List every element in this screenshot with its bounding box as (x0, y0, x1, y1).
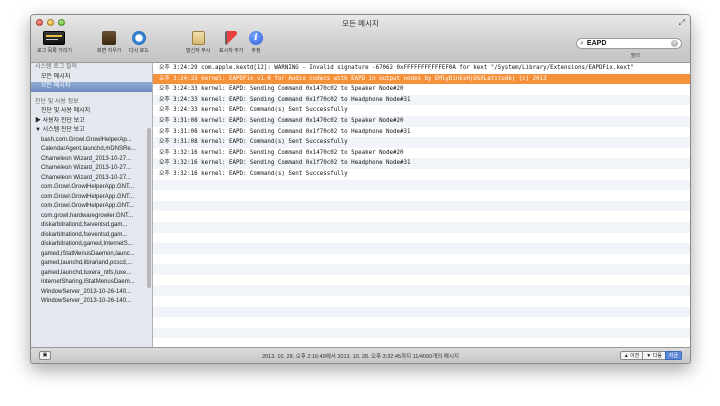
empty-log-row (153, 317, 690, 328)
console-window: 모든 메시지 ⤢ 로그 목록 가리기 화면 지우기 다시 로드 발신자 무시 표… (30, 14, 691, 364)
status-text: 2013. 10. 28. 오후 2:16:49에서 2013. 10. 28.… (262, 354, 459, 360)
empty-log-row (153, 200, 690, 212)
sidebar-item[interactable]: com.Growl.GrowlHelperApp.GNT... (31, 202, 152, 212)
empty-log-row (153, 179, 690, 191)
fullscreen-icon[interactable]: ⤢ (679, 18, 685, 28)
log-row[interactable]: 오후 3:31:08 kernel: EAPD: Sending Command… (153, 115, 690, 127)
sidebar-item[interactable]: WindowServer_2013-10-26-140... (31, 288, 152, 298)
next-button[interactable]: ▼ 다음 (642, 351, 665, 360)
search-icon: ⌕ (580, 39, 584, 47)
empty-log-row (153, 233, 690, 244)
sidebar-item[interactable]: diskarbitrationd,fseventsd,gam... (31, 221, 152, 231)
log-row[interactable]: 오후 3:24:33 kernel: EAPD: Command(s) Sent… (153, 105, 690, 116)
clear-display-button[interactable]: 화면 지우기 (97, 31, 121, 54)
sidebar-item[interactable]: Chameleon Wizard_2013-10-27... (31, 155, 152, 165)
empty-log-row (153, 296, 690, 307)
sidebar-item[interactable]: Chameleon Wizard_2013-10-27... (31, 174, 152, 184)
hide-log-list-button[interactable]: 로그 목록 가리기 (37, 31, 72, 54)
empty-log-row (153, 254, 690, 265)
sidebar-item[interactable]: CalendarAgent,launchd,mDNSRe... (31, 145, 152, 155)
log-row[interactable]: 오후 3:31:08 kernel: EAPD: Sending Command… (153, 127, 690, 138)
window-title: 모든 메시지 (342, 19, 379, 28)
add-marker-button[interactable]: 표시자 추가 (219, 31, 243, 54)
info-label: 추정 (251, 48, 261, 54)
sidebar-item[interactable]: diskarbitrationd,fseventsd,gam... (31, 231, 152, 241)
empty-log-row (153, 243, 690, 254)
reload-button[interactable]: 다시 로드 (129, 31, 149, 54)
sidebar-item[interactable]: bash,com.Growl.GrowlHelperAp... (31, 136, 152, 146)
add-marker-icon (225, 31, 238, 45)
clear-display-icon (102, 31, 117, 45)
filter-label: 필터 (630, 53, 640, 59)
clear-display-label: 화면 지우기 (97, 48, 122, 54)
add-marker-label: 표시자 추가 (219, 48, 244, 54)
sidebar-scrollbar[interactable] (147, 128, 151, 288)
sidebar-item[interactable]: gamed,iStatMenusDaemon,launc... (31, 250, 152, 260)
ignore-sender-icon (191, 31, 205, 45)
log-row[interactable]: 오후 3:32:16 kernel: EAPD: Sending Command… (153, 148, 690, 159)
sidebar-item[interactable]: 모든 메시지 (31, 73, 152, 83)
log-list-sidebar: 시스템 로그 질의모든 메시지 모든 메시지진단 및 사용 정보진단 및 사용 메… (31, 63, 153, 349)
previous-button[interactable]: ▲ 이전 (619, 351, 643, 360)
sidebar-item[interactable]: gamed,launchd,librariand,pcscd,... (31, 259, 152, 269)
log-row[interactable]: 오후 3:32:16 kernel: EAPD: Sending Command… (153, 158, 690, 169)
search-field[interactable]: ⌕ EAPD ✕ (576, 38, 682, 49)
sidebar-item[interactable]: com.Growl.GrowlHelperApp.GNT... (31, 193, 152, 203)
log-row[interactable]: 오후 3:31:08 kernel: EAPD: Command(s) Sent… (153, 137, 690, 148)
log-row[interactable]: 오후 3:32:16 kernel: EAPD: Command(s) Sent… (153, 169, 690, 180)
sidebar-item[interactable]: gamed,launchd,tuxera_ntfs,tuxe... (31, 269, 152, 279)
empty-log-row (153, 275, 690, 286)
sidebar-item[interactable]: InternetSharing,iStatMenusDaem... (31, 278, 152, 288)
hide-log-list-label: 로그 목록 가리기 (37, 48, 72, 54)
empty-log-row (153, 211, 690, 222)
empty-log-row (153, 190, 690, 201)
sidebar-section-header: 진단 및 사용 정보 (35, 98, 79, 105)
toolbar: 모든 메시지 ⤢ 로그 목록 가리기 화면 지우기 다시 로드 발신자 무시 표… (31, 15, 690, 63)
sidebar-item[interactable]: WindowServer_2013-10-26-140... (31, 297, 152, 307)
search-input[interactable]: EAPD (587, 40, 671, 47)
clear-search-icon[interactable]: ✕ (671, 40, 678, 47)
navigation-controls: ▲ 이전 ▼ 다음 지금 (619, 351, 682, 360)
ignore-sender-label: 발신자 무시 (186, 48, 211, 54)
log-list-icon (43, 31, 66, 45)
log-row[interactable]: 오후 3:24:33 kernel: EAPD: Sending Command… (153, 84, 690, 95)
empty-log-row (153, 264, 690, 275)
sidebar-item[interactable]: ▶ 사용자 진단 보고 (31, 117, 152, 127)
reload-icon (131, 31, 146, 45)
sidebar-item[interactable]: 진단 및 사용 메시지 (31, 107, 152, 117)
sidebar-item[interactable]: Chameleon Wizard_2013-10-27... (31, 164, 152, 174)
sidebar-item[interactable]: com.growl.hardwaregrowler.GNT... (31, 212, 152, 222)
log-message-list[interactable]: 오후 3:24:29 com.apple.kextd[12]: WARNING … (153, 63, 690, 349)
info-icon: i (249, 31, 263, 45)
sidebar-item[interactable]: diskarbitrationd,gamed,InternetS... (31, 240, 152, 250)
log-row[interactable]: 오후 3:24:33 kernel: EAPD: Sending Command… (153, 94, 690, 106)
sidebar-item[interactable]: 모든 메시지 (31, 82, 152, 92)
status-bar: ▣ 2013. 10. 28. 오후 2:16:49에서 2013. 10. 2… (31, 347, 690, 363)
empty-log-row (153, 285, 690, 297)
info-button[interactable]: i 추정 (249, 31, 263, 54)
empty-log-row (153, 327, 690, 339)
now-button[interactable]: 지금 (664, 351, 682, 360)
ignore-sender-button[interactable]: 발신자 무시 (186, 31, 210, 54)
empty-log-row (153, 306, 690, 318)
log-row[interactable]: 오후 3:24:33 kernel: EAPDFix v1.0 for Audi… (153, 73, 690, 85)
sidebar-item[interactable]: ▼ 시스템 진단 보고 (31, 126, 152, 136)
sidebar-section-header: 시스템 로그 질의 (35, 64, 77, 70)
empty-log-row (153, 221, 690, 233)
log-row[interactable]: 오후 3:24:29 com.apple.kextd[12]: WARNING … (153, 63, 690, 74)
reload-label: 다시 로드 (129, 48, 149, 54)
sidebar-item[interactable]: com.Growl.GrowlHelperApp.GNT... (31, 183, 152, 193)
